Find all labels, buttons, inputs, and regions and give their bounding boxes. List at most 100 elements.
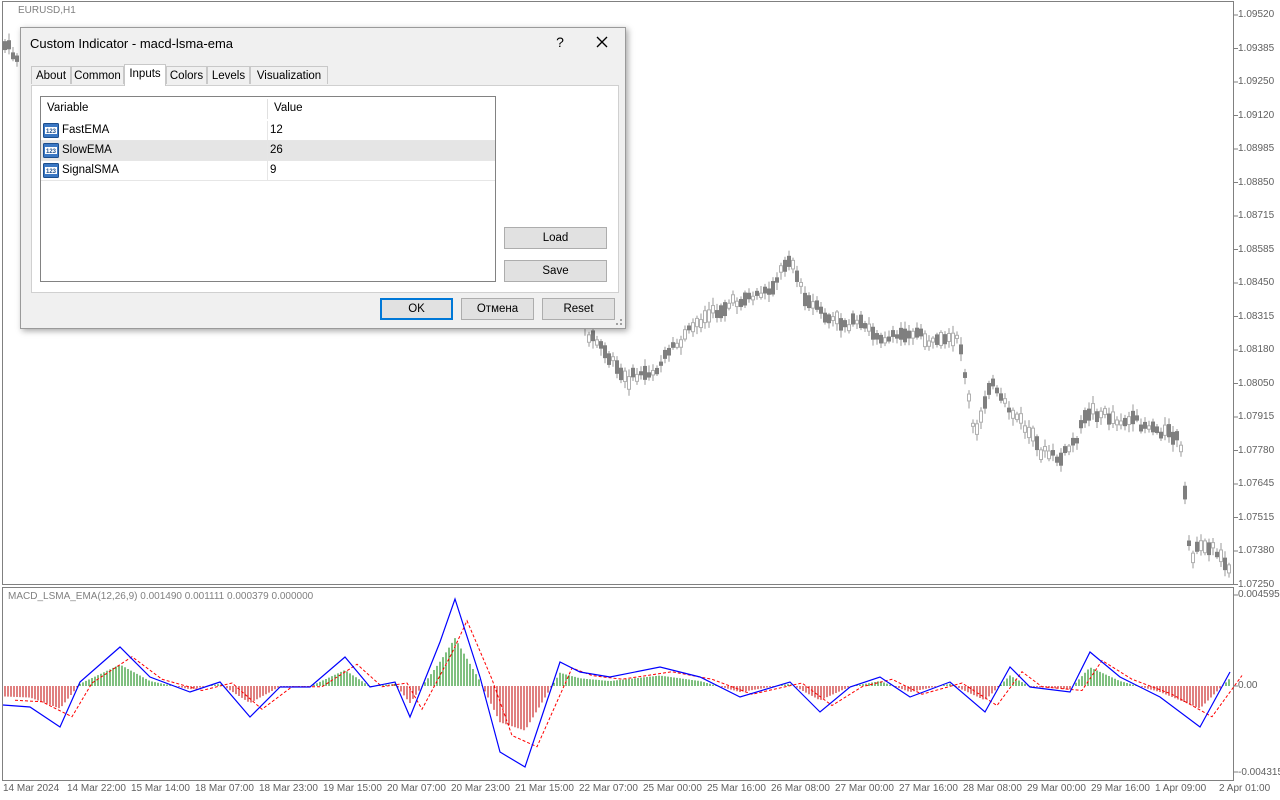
variable-value[interactable]: 26 [270, 141, 283, 161]
column-header-value[interactable]: Value [268, 97, 495, 119]
candle [647, 372, 651, 378]
candle [935, 334, 939, 345]
candle [11, 52, 15, 60]
candle [743, 292, 747, 306]
resize-grip-icon[interactable] [613, 316, 623, 326]
close-button[interactable] [591, 31, 613, 53]
indicator-scale-zero: 0.00 [1238, 680, 1258, 691]
candle [1071, 437, 1075, 446]
candle [699, 319, 703, 329]
price-label: 1.07645 [1238, 478, 1275, 489]
price-label: 1.08180 [1238, 344, 1275, 355]
time-label: 18 Mar 23:00 [259, 783, 318, 794]
time-label: 18 Mar 07:00 [195, 783, 254, 794]
candle [767, 288, 771, 295]
column-header-variable[interactable]: Variable [41, 97, 267, 119]
candle [859, 314, 863, 329]
variable-name: FastEMA [62, 124, 110, 136]
time-label: 21 Mar 15:00 [515, 783, 574, 794]
candle [1091, 403, 1095, 415]
integer-123-icon: 123 [43, 163, 59, 178]
candle [7, 40, 11, 50]
candle [15, 55, 19, 62]
tab-inputs[interactable]: Inputs [124, 64, 166, 86]
candle [1111, 411, 1115, 424]
svg-text:123: 123 [46, 129, 57, 135]
candle [1135, 415, 1139, 421]
candle [1191, 552, 1195, 564]
candle [727, 302, 731, 309]
candle [871, 326, 875, 340]
indicator-chart[interactable] [0, 587, 1280, 782]
candle [643, 365, 647, 380]
candle [1035, 436, 1039, 451]
integer-123-icon: 123 [43, 143, 59, 158]
time-axis[interactable]: 14 Mar 2024 14 Mar 22:00 15 Mar 14:00 18 Ma… [0, 780, 1280, 800]
time-label: 27 Mar 16:00 [899, 783, 958, 794]
table-row[interactable]: 123 FastEMA 12 [41, 121, 495, 141]
candle [751, 295, 755, 301]
candle [599, 341, 603, 349]
candle [1139, 424, 1143, 432]
candle [1015, 413, 1019, 421]
candle [855, 319, 859, 325]
tab-about[interactable]: About [31, 66, 71, 84]
candle [983, 396, 987, 409]
candle [1055, 456, 1059, 463]
ok-button[interactable]: OK [380, 298, 453, 320]
candle [739, 298, 743, 307]
tab-visualization[interactable]: Visualization [250, 66, 328, 84]
candle [603, 345, 607, 359]
candle [995, 387, 999, 394]
candle [1171, 431, 1175, 445]
candle [923, 333, 927, 348]
candle [1183, 485, 1187, 500]
time-label: 20 Mar 23:00 [451, 783, 510, 794]
candle [595, 339, 599, 346]
candle [1051, 450, 1055, 456]
time-label: 22 Mar 07:00 [579, 783, 638, 794]
reset-button[interactable]: Reset [542, 298, 615, 320]
candle [851, 313, 855, 325]
tab-colors[interactable]: Colors [166, 66, 207, 84]
tab-levels[interactable]: Levels [207, 66, 250, 84]
inputs-table[interactable]: Variable Value 123 FastEMA 12 123 SlowEM… [40, 96, 496, 282]
time-label: 14 Mar 22:00 [67, 783, 126, 794]
candle [979, 410, 983, 423]
help-button[interactable]: ? [552, 34, 568, 50]
candle [971, 422, 975, 427]
candle [771, 281, 775, 295]
price-label: 1.09520 [1238, 9, 1275, 20]
candle [675, 342, 679, 348]
table-row[interactable]: 123 SignalSMA 9 [41, 161, 495, 181]
candle [1151, 421, 1155, 433]
candle [759, 292, 763, 298]
cancel-button[interactable]: Отмена [461, 298, 534, 320]
save-button[interactable]: Save [504, 260, 607, 282]
candle [887, 336, 891, 342]
candle [831, 316, 835, 321]
variable-name: SlowEMA [62, 144, 112, 156]
tab-common[interactable]: Common [71, 66, 124, 84]
candle [703, 310, 707, 324]
price-label: 1.08715 [1238, 210, 1275, 221]
candle [1179, 444, 1183, 453]
price-label: 1.09250 [1238, 76, 1275, 87]
table-row[interactable]: 123 SlowEMA 26 [41, 141, 495, 161]
candle [619, 367, 623, 381]
candle [1175, 431, 1179, 441]
candle [687, 325, 691, 331]
variable-value[interactable]: 9 [270, 161, 276, 181]
price-label: 1.07780 [1238, 444, 1275, 456]
candle [607, 353, 611, 365]
candle [707, 309, 711, 323]
candle [587, 334, 591, 343]
candle [1107, 413, 1111, 425]
candle [1027, 426, 1031, 439]
variable-value[interactable]: 12 [270, 121, 283, 141]
candle [1199, 540, 1203, 552]
candle [627, 376, 631, 390]
time-label: 25 Mar 16:00 [707, 783, 766, 794]
candle [903, 328, 907, 343]
load-button[interactable]: Load [504, 227, 607, 249]
